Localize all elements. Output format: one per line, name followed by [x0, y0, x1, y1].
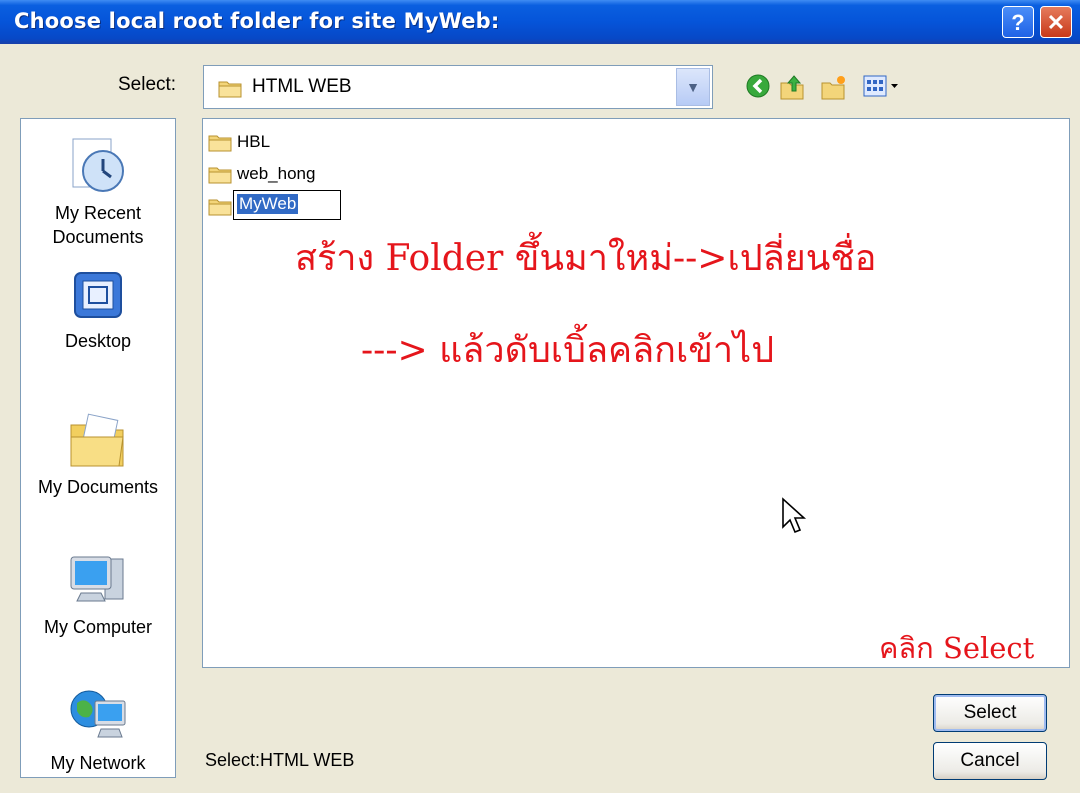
status-text: Select:HTML WEB	[205, 750, 355, 770]
title-bar[interactable]: Choose local root folder for site MyWeb:…	[0, 0, 1080, 44]
rename-input[interactable]: MyWeb	[233, 190, 341, 220]
file-list[interactable]: HBL web_hong MyWeb สร้าง Folder ขึ้นมาให…	[202, 118, 1070, 668]
place-label: Documents	[52, 227, 144, 247]
dialog-title: Choose local root folder for site MyWeb:	[14, 9, 500, 33]
folder-icon	[208, 167, 232, 184]
close-icon: ✕	[1046, 10, 1066, 35]
look-in-dropdown[interactable]: HTML WEB ▼	[203, 65, 713, 109]
folder-icon	[208, 199, 232, 216]
place-label: My Computer	[43, 617, 153, 637]
back-icon[interactable]	[745, 73, 771, 99]
folder-icon	[208, 135, 232, 152]
file-name: HBL	[237, 132, 271, 151]
place-label: My Network	[50, 753, 146, 773]
annotation-click-select: คลิก Select	[879, 631, 1035, 665]
place-my-network[interactable]: My Network	[21, 685, 175, 775]
recent-documents-icon	[72, 138, 124, 192]
rename-selected-text: MyWeb	[237, 194, 299, 214]
annotation-double-click: ---> แล้วดับเบิ้ลคลิกเข้าไป	[361, 330, 775, 371]
views-menu-icon[interactable]	[862, 73, 902, 99]
new-folder-icon[interactable]	[820, 73, 848, 101]
place-recent-documents[interactable]: My Recent Documents	[21, 135, 175, 249]
chevron-down-icon[interactable]: ▼	[676, 68, 710, 106]
help-button[interactable]: ?	[1002, 6, 1034, 38]
annotation-create-folder: สร้าง Folder ขึ้นมาใหม่-->เปลี่ยนชื่อ	[295, 238, 877, 279]
my-documents-icon	[70, 413, 124, 467]
close-button[interactable]: ✕	[1040, 6, 1072, 38]
file-name: web_hong	[237, 164, 316, 183]
place-desktop[interactable]: Desktop	[21, 269, 175, 353]
place-label: Desktop	[64, 331, 132, 351]
my-computer-icon	[70, 556, 124, 602]
help-icon: ?	[1011, 10, 1025, 35]
places-bar: My Recent Documents Desktop My Documents…	[20, 118, 176, 778]
my-network-icon	[70, 690, 126, 738]
place-my-computer[interactable]: My Computer	[21, 549, 175, 639]
current-folder-value: HTML WEB	[252, 76, 352, 97]
cancel-button[interactable]: Cancel	[933, 742, 1047, 780]
place-my-documents[interactable]: My Documents	[21, 409, 175, 499]
desktop-icon	[74, 272, 122, 318]
select-label: Select:	[118, 74, 177, 95]
up-folder-icon[interactable]	[779, 73, 807, 101]
folder-icon	[218, 81, 242, 98]
mouse-cursor-icon	[782, 497, 807, 534]
select-button[interactable]: Select	[933, 694, 1047, 732]
place-label: My Recent	[54, 203, 142, 223]
place-label: My Documents	[37, 477, 159, 497]
